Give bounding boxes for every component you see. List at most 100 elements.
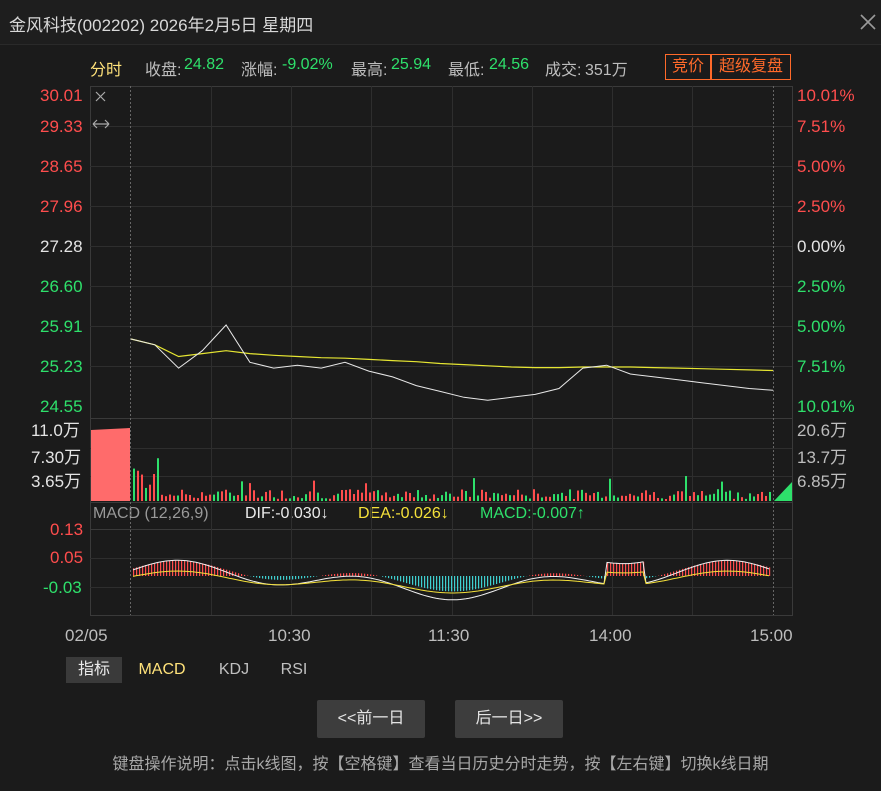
prev-day-button[interactable]: <<前一日 [317,700,425,738]
macd-bar [523,576,525,577]
volume-bar [665,498,667,501]
macd-bar [664,574,666,576]
volume-bar [329,498,331,501]
volume-bar [549,496,551,501]
tab-kdj[interactable]: KDJ [208,657,260,683]
volume-bar [221,491,223,501]
macd-bar [406,576,408,584]
tab-rsi[interactable]: RSI [272,657,316,683]
macd-bar [397,576,399,581]
macd-bar [346,573,348,576]
macd-bar [334,573,336,576]
macd-bar [544,573,546,576]
next-day-button[interactable]: 后一日>> [455,700,563,738]
volume-bar [645,490,647,501]
volume-bar [481,489,483,501]
volume-bar [385,492,387,501]
volume-bar [293,496,295,501]
macd-bar [463,576,465,591]
volume-bar [485,491,487,501]
macd-bar [601,576,603,579]
macd-bar [577,574,579,576]
volume-bar [557,494,559,501]
macd-bar [622,563,624,576]
volume-bar [713,493,715,501]
volume-bar [277,498,279,501]
macd-bar [481,576,483,588]
volume-bar [285,498,287,501]
chart-frame [90,86,793,616]
macd-bar [226,569,228,576]
volume-bar [177,495,179,501]
crosshair-close-icon[interactable] [95,91,106,102]
volume-bar [609,478,611,501]
macd-bar [166,561,168,576]
volume-bar [697,495,699,501]
volume-bar [585,492,587,501]
macd-bar [271,576,273,580]
macd-bar [268,576,270,580]
macd-bar [436,576,438,591]
macd-bar [478,576,480,589]
volume-bar [613,495,615,501]
volume-bar [245,495,247,501]
volume-bar [477,495,479,501]
volume-bar [673,494,675,501]
volume-bars [91,428,792,501]
macd-bar [580,575,582,576]
macd-bar [517,576,519,579]
volume-bar [409,493,411,501]
macd-bar [424,576,426,588]
macd-bar [454,576,456,592]
macd-bar [331,574,333,576]
macd-bar [427,576,429,589]
volume-bar [337,493,339,501]
volume-bar [741,497,743,501]
macd-bar [169,560,171,576]
macd-bar [394,576,396,580]
volume-bar [433,494,435,501]
macd-bar [193,561,195,576]
volume-bar [577,490,579,501]
volume-bar [405,491,407,501]
macd-bar [469,576,471,591]
macd-bar [373,574,375,576]
volume-bar [309,491,311,501]
macd-bar [724,560,726,576]
volume-bar [421,497,423,501]
macd-bar [364,573,366,576]
volume-bar [505,493,507,501]
volume-bar [269,490,271,501]
volume-bar [345,489,347,501]
macd-bar [556,573,558,576]
macd-bar [220,567,222,576]
macd-bar [700,564,702,576]
volume-bar [161,494,163,501]
macd-bar [157,562,159,576]
volume-bar [401,497,403,501]
macd-bar [727,560,729,576]
tab-macd[interactable]: MACD [130,657,194,683]
indicator-label[interactable]: 指标 [66,657,122,683]
volume-bar [641,492,643,501]
macd-bar [742,561,744,576]
volume-bar [165,496,167,501]
volume-bar [413,497,415,501]
macd-bar [610,562,612,576]
volume-bar [325,498,327,501]
macd-bar [325,575,327,576]
volume-bar [213,494,215,501]
macd-bar [181,560,183,576]
macd-bar [223,568,225,576]
macd-bar [385,576,387,578]
macd-bar [154,563,156,576]
intraday-chart[interactable] [0,0,881,650]
volume-bar [445,491,447,501]
volume-bar [305,494,307,501]
macd-bar [190,561,192,576]
volume-bar [745,498,747,501]
volume-bar [657,497,659,501]
macd-bar [661,574,663,576]
volume-bar [569,489,571,501]
volume-bar [133,468,135,501]
